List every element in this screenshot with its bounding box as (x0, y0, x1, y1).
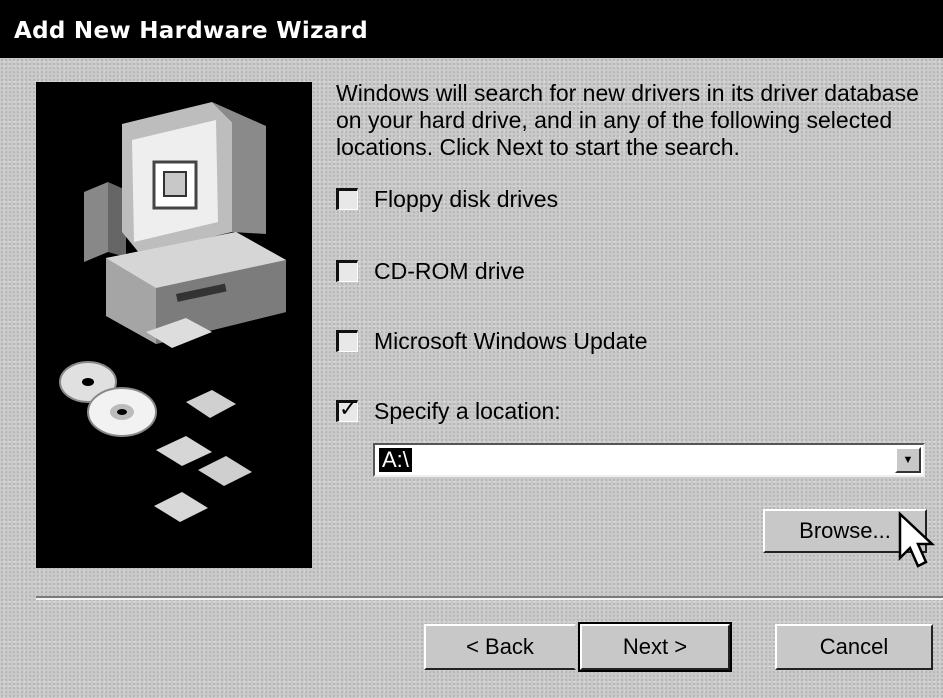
windows-update-checkbox[interactable] (336, 330, 358, 352)
location-combo[interactable]: A:\ ▼ (373, 443, 925, 477)
back-button[interactable]: < Back (424, 624, 576, 670)
cdrom-checkbox[interactable] (336, 260, 358, 282)
window-title: Add New Hardware Wizard (0, 0, 943, 58)
specify-location-option[interactable]: ✓ Specify a location: (336, 396, 561, 426)
computer-and-discs-illustration (59, 102, 286, 522)
floppy-option[interactable]: Floppy disk drives (336, 184, 558, 214)
specify-location-checkbox[interactable]: ✓ (336, 397, 358, 422)
intro-text: Windows will search for new drivers in i… (336, 80, 919, 160)
next-button[interactable]: Next > (578, 622, 732, 672)
cancel-button[interactable]: Cancel (775, 624, 933, 670)
checkmark-icon: ✓ (339, 397, 358, 422)
mouse-pointer-icon (896, 510, 936, 577)
dropdown-arrow-icon[interactable]: ▼ (895, 447, 921, 473)
cdrom-option[interactable]: CD-ROM drive (336, 256, 525, 286)
windows-update-option[interactable]: Microsoft Windows Update (336, 326, 648, 356)
wizard-illustration (36, 82, 312, 568)
floppy-checkbox[interactable] (336, 188, 358, 210)
specify-location-label: Specify a location: (374, 397, 561, 424)
windows-update-label: Microsoft Windows Update (374, 327, 648, 354)
location-value[interactable]: A:\ (379, 448, 412, 472)
button-separator (36, 596, 943, 600)
cdrom-label: CD-ROM drive (374, 257, 525, 284)
floppy-label: Floppy disk drives (374, 185, 559, 212)
